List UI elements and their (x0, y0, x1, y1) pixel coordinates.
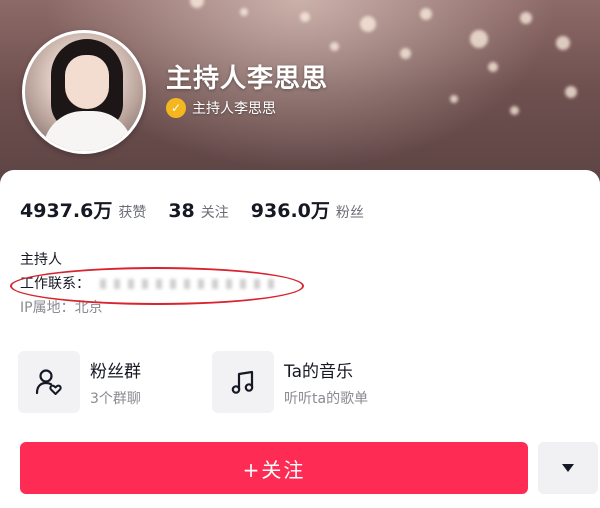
more-options-button[interactable] (538, 442, 598, 494)
music-note-icon (231, 370, 254, 394)
music-icon-box (212, 351, 274, 413)
fan-group-icon-box (18, 351, 80, 413)
stat-label: 获赞 (118, 205, 147, 221)
feature-row: 粉丝群 3个群聊 Ta的音乐 听听ta的歌单 (18, 350, 582, 414)
music-entry[interactable]: Ta的音乐 听听ta的歌单 (212, 350, 402, 414)
highlight-oval (10, 267, 304, 305)
feature-subtitle: 3个群聊 (90, 390, 141, 407)
stats-row: 4937.6万 获赞 38 关注 936.0万 粉丝 (20, 196, 386, 223)
stat-value: 38 (168, 200, 195, 222)
fan-group-icon (35, 369, 62, 395)
profile-name: 主持人李思思 (166, 64, 329, 94)
stat-value: 936.0万 (250, 200, 330, 222)
verification-row: ✓ 主持人李思思 (166, 98, 276, 118)
feature-subtitle: 听听ta的歌单 (284, 390, 369, 407)
fan-group-entry[interactable]: 粉丝群 3个群聊 (18, 350, 208, 414)
stat-label: 粉丝 (335, 205, 364, 221)
verification-label: 主持人李思思 (192, 101, 276, 117)
feature-title: Ta的音乐 (284, 361, 353, 382)
verified-badge-icon: ✓ (166, 98, 186, 118)
stat-value: 4937.6万 (20, 200, 113, 222)
follow-button[interactable]: +关注 (20, 442, 528, 494)
stat-followers[interactable]: 936.0万 粉丝 (251, 196, 364, 223)
fan-group-text: 粉丝群 3个群聊 (90, 357, 141, 408)
feature-title: 粉丝群 (90, 361, 141, 382)
music-text: Ta的音乐 听听ta的歌单 (284, 357, 368, 408)
triangle-down-icon (562, 464, 574, 472)
avatar[interactable] (22, 30, 146, 154)
stat-following[interactable]: 38 关注 (168, 200, 228, 222)
profile-card: 4937.6万 获赞 38 关注 936.0万 粉丝 主持人 工作联系： IP属… (0, 170, 600, 508)
stat-likes[interactable]: 4937.6万 获赞 (20, 196, 146, 223)
stat-label: 关注 (200, 205, 229, 221)
